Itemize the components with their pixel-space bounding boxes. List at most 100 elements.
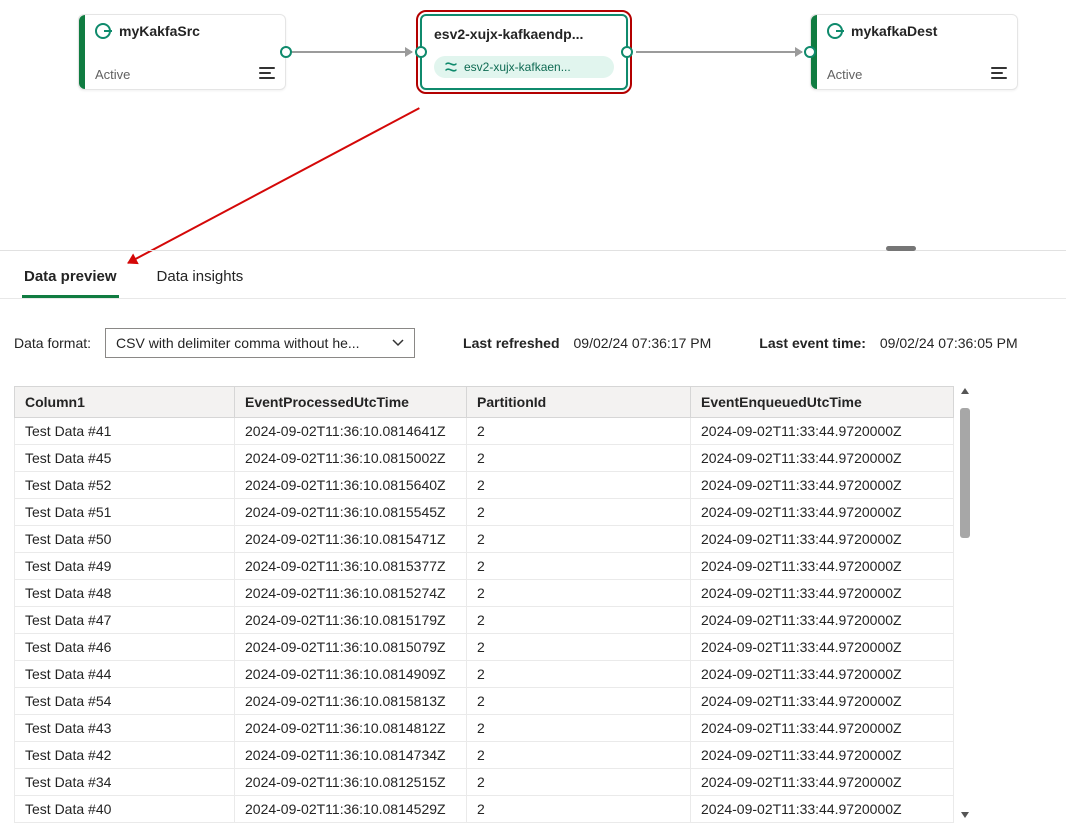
table-cell: 2024-09-02T11:33:44.9720000Z bbox=[691, 580, 954, 607]
scroll-up-icon[interactable] bbox=[961, 388, 969, 394]
node-menu-icon[interactable] bbox=[991, 66, 1007, 83]
node-input-port[interactable] bbox=[804, 46, 816, 58]
table-cell: 2024-09-02T11:36:10.0814734Z bbox=[235, 742, 467, 769]
table-row[interactable]: Test Data #482024-09-02T11:36:10.0815274… bbox=[15, 580, 954, 607]
node-output-port[interactable] bbox=[280, 46, 292, 58]
table-cell: Test Data #41 bbox=[15, 418, 235, 445]
flow-icon bbox=[444, 60, 458, 74]
node-output-port[interactable] bbox=[621, 46, 633, 58]
tab-underline bbox=[0, 298, 1066, 299]
tab-data-insights[interactable]: Data insights bbox=[155, 262, 246, 298]
table-cell: Test Data #54 bbox=[15, 688, 235, 715]
table-cell: 2024-09-02T11:36:10.0815079Z bbox=[235, 634, 467, 661]
resize-handle[interactable] bbox=[886, 246, 916, 251]
table-row[interactable]: Test Data #512024-09-02T11:36:10.0815545… bbox=[15, 499, 954, 526]
last-refreshed-label: Last refreshed bbox=[463, 335, 559, 351]
table-cell: 2024-09-02T11:36:10.0815640Z bbox=[235, 472, 467, 499]
node-source-title: myKakfaSrc bbox=[119, 23, 200, 39]
data-format-select[interactable]: CSV with delimiter comma without he... bbox=[105, 328, 415, 358]
table-cell: 2024-09-02T11:36:10.0815002Z bbox=[235, 445, 467, 472]
table-row[interactable]: Test Data #462024-09-02T11:36:10.0815079… bbox=[15, 634, 954, 661]
table-row[interactable]: Test Data #402024-09-02T11:36:10.0814529… bbox=[15, 796, 954, 823]
table-row[interactable]: Test Data #472024-09-02T11:36:10.0815179… bbox=[15, 607, 954, 634]
table-cell: 2024-09-02T11:36:10.0812515Z bbox=[235, 769, 467, 796]
table-row[interactable]: Test Data #502024-09-02T11:36:10.0815471… bbox=[15, 526, 954, 553]
node-transform-pill[interactable]: esv2-xujx-kafkaen... bbox=[434, 56, 614, 78]
node-destination-title: mykafkaDest bbox=[851, 23, 937, 39]
table-cell: Test Data #42 bbox=[15, 742, 235, 769]
table-cell: 2 bbox=[467, 634, 691, 661]
table-cell: 2024-09-02T11:33:44.9720000Z bbox=[691, 472, 954, 499]
table-row[interactable]: Test Data #542024-09-02T11:36:10.0815813… bbox=[15, 688, 954, 715]
table-cell: 2 bbox=[467, 472, 691, 499]
table-cell: 2024-09-02T11:36:10.0814529Z bbox=[235, 796, 467, 823]
table-cell: 2024-09-02T11:36:10.0815377Z bbox=[235, 553, 467, 580]
table-cell: Test Data #47 bbox=[15, 607, 235, 634]
connector-transform-to-dest bbox=[636, 51, 802, 53]
column-header[interactable]: EventEnqueuedUtcTime bbox=[691, 387, 954, 418]
node-transform-selected[interactable]: esv2-xujx-kafkaendp... esv2-xujx-kafkaen… bbox=[420, 14, 628, 90]
table-cell: 2 bbox=[467, 445, 691, 472]
node-source[interactable]: myKakfaSrc Active bbox=[78, 14, 286, 90]
table-row[interactable]: Test Data #412024-09-02T11:36:10.0814641… bbox=[15, 418, 954, 445]
table-cell: 2024-09-02T11:33:44.9720000Z bbox=[691, 607, 954, 634]
table-row[interactable]: Test Data #452024-09-02T11:36:10.0815002… bbox=[15, 445, 954, 472]
node-menu-icon[interactable] bbox=[259, 66, 275, 83]
table-cell: 2 bbox=[467, 661, 691, 688]
table-cell: 2024-09-02T11:36:10.0815179Z bbox=[235, 607, 467, 634]
table-cell: 2 bbox=[467, 580, 691, 607]
table-row[interactable]: Test Data #442024-09-02T11:36:10.0814909… bbox=[15, 661, 954, 688]
table-cell: 2024-09-02T11:33:44.9720000Z bbox=[691, 742, 954, 769]
table-cell: 2024-09-02T11:36:10.0815274Z bbox=[235, 580, 467, 607]
table-row[interactable]: Test Data #342024-09-02T11:36:10.0812515… bbox=[15, 769, 954, 796]
table-cell: Test Data #34 bbox=[15, 769, 235, 796]
table-cell: Test Data #45 bbox=[15, 445, 235, 472]
table-cell: 2024-09-02T11:36:10.0814641Z bbox=[235, 418, 467, 445]
table-cell: Test Data #46 bbox=[15, 634, 235, 661]
table-cell: 2024-09-02T11:33:44.9720000Z bbox=[691, 634, 954, 661]
table-cell: 2 bbox=[467, 499, 691, 526]
table-cell: 2024-09-02T11:33:44.9720000Z bbox=[691, 688, 954, 715]
node-input-port[interactable] bbox=[415, 46, 427, 58]
table-scrollbar[interactable] bbox=[960, 388, 970, 818]
column-header[interactable]: EventProcessedUtcTime bbox=[235, 387, 467, 418]
table-header-row: Column1 EventProcessedUtcTime PartitionI… bbox=[15, 387, 954, 418]
column-header[interactable]: Column1 bbox=[15, 387, 235, 418]
table-cell: 2024-09-02T11:33:44.9720000Z bbox=[691, 796, 954, 823]
table-cell: 2 bbox=[467, 769, 691, 796]
table-row[interactable]: Test Data #422024-09-02T11:36:10.0814734… bbox=[15, 742, 954, 769]
data-preview-table-wrap: Column1 EventProcessedUtcTime PartitionI… bbox=[14, 386, 1052, 839]
annotation-arrow bbox=[128, 107, 420, 264]
node-transform-pill-label: esv2-xujx-kafkaen... bbox=[464, 60, 571, 74]
node-destination[interactable]: mykafkaDest Active bbox=[810, 14, 1018, 90]
scroll-thumb[interactable] bbox=[960, 408, 970, 538]
table-cell: 2024-09-02T11:33:44.9720000Z bbox=[691, 445, 954, 472]
table-cell: 2024-09-02T11:36:10.0814812Z bbox=[235, 715, 467, 742]
pipeline-canvas: myKakfaSrc Active esv2-xujx-kafkaendp...… bbox=[0, 0, 1066, 250]
table-cell: 2 bbox=[467, 796, 691, 823]
tab-data-preview[interactable]: Data preview bbox=[22, 262, 119, 298]
table-cell: Test Data #43 bbox=[15, 715, 235, 742]
table-cell: 2024-09-02T11:33:44.9720000Z bbox=[691, 769, 954, 796]
data-format-label: Data format: bbox=[14, 335, 91, 351]
table-cell: Test Data #52 bbox=[15, 472, 235, 499]
table-cell: 2024-09-02T11:33:44.9720000Z bbox=[691, 661, 954, 688]
column-header[interactable]: PartitionId bbox=[467, 387, 691, 418]
connector-source-to-transform bbox=[292, 51, 412, 53]
chevron-down-icon bbox=[392, 339, 404, 347]
table-cell: 2 bbox=[467, 688, 691, 715]
table-row[interactable]: Test Data #432024-09-02T11:36:10.0814812… bbox=[15, 715, 954, 742]
table-cell: Test Data #50 bbox=[15, 526, 235, 553]
node-destination-status: Active bbox=[827, 67, 862, 82]
table-cell: 2024-09-02T11:36:10.0815545Z bbox=[235, 499, 467, 526]
table-cell: 2 bbox=[467, 715, 691, 742]
table-row[interactable]: Test Data #522024-09-02T11:36:10.0815640… bbox=[15, 472, 954, 499]
stream-icon bbox=[95, 23, 111, 39]
panel-divider[interactable] bbox=[0, 250, 1066, 251]
table-cell: 2 bbox=[467, 526, 691, 553]
table-row[interactable]: Test Data #492024-09-02T11:36:10.0815377… bbox=[15, 553, 954, 580]
data-format-value: CSV with delimiter comma without he... bbox=[116, 335, 360, 351]
scroll-down-icon[interactable] bbox=[961, 812, 969, 818]
table-cell: 2 bbox=[467, 553, 691, 580]
last-event-label: Last event time: bbox=[759, 335, 866, 351]
